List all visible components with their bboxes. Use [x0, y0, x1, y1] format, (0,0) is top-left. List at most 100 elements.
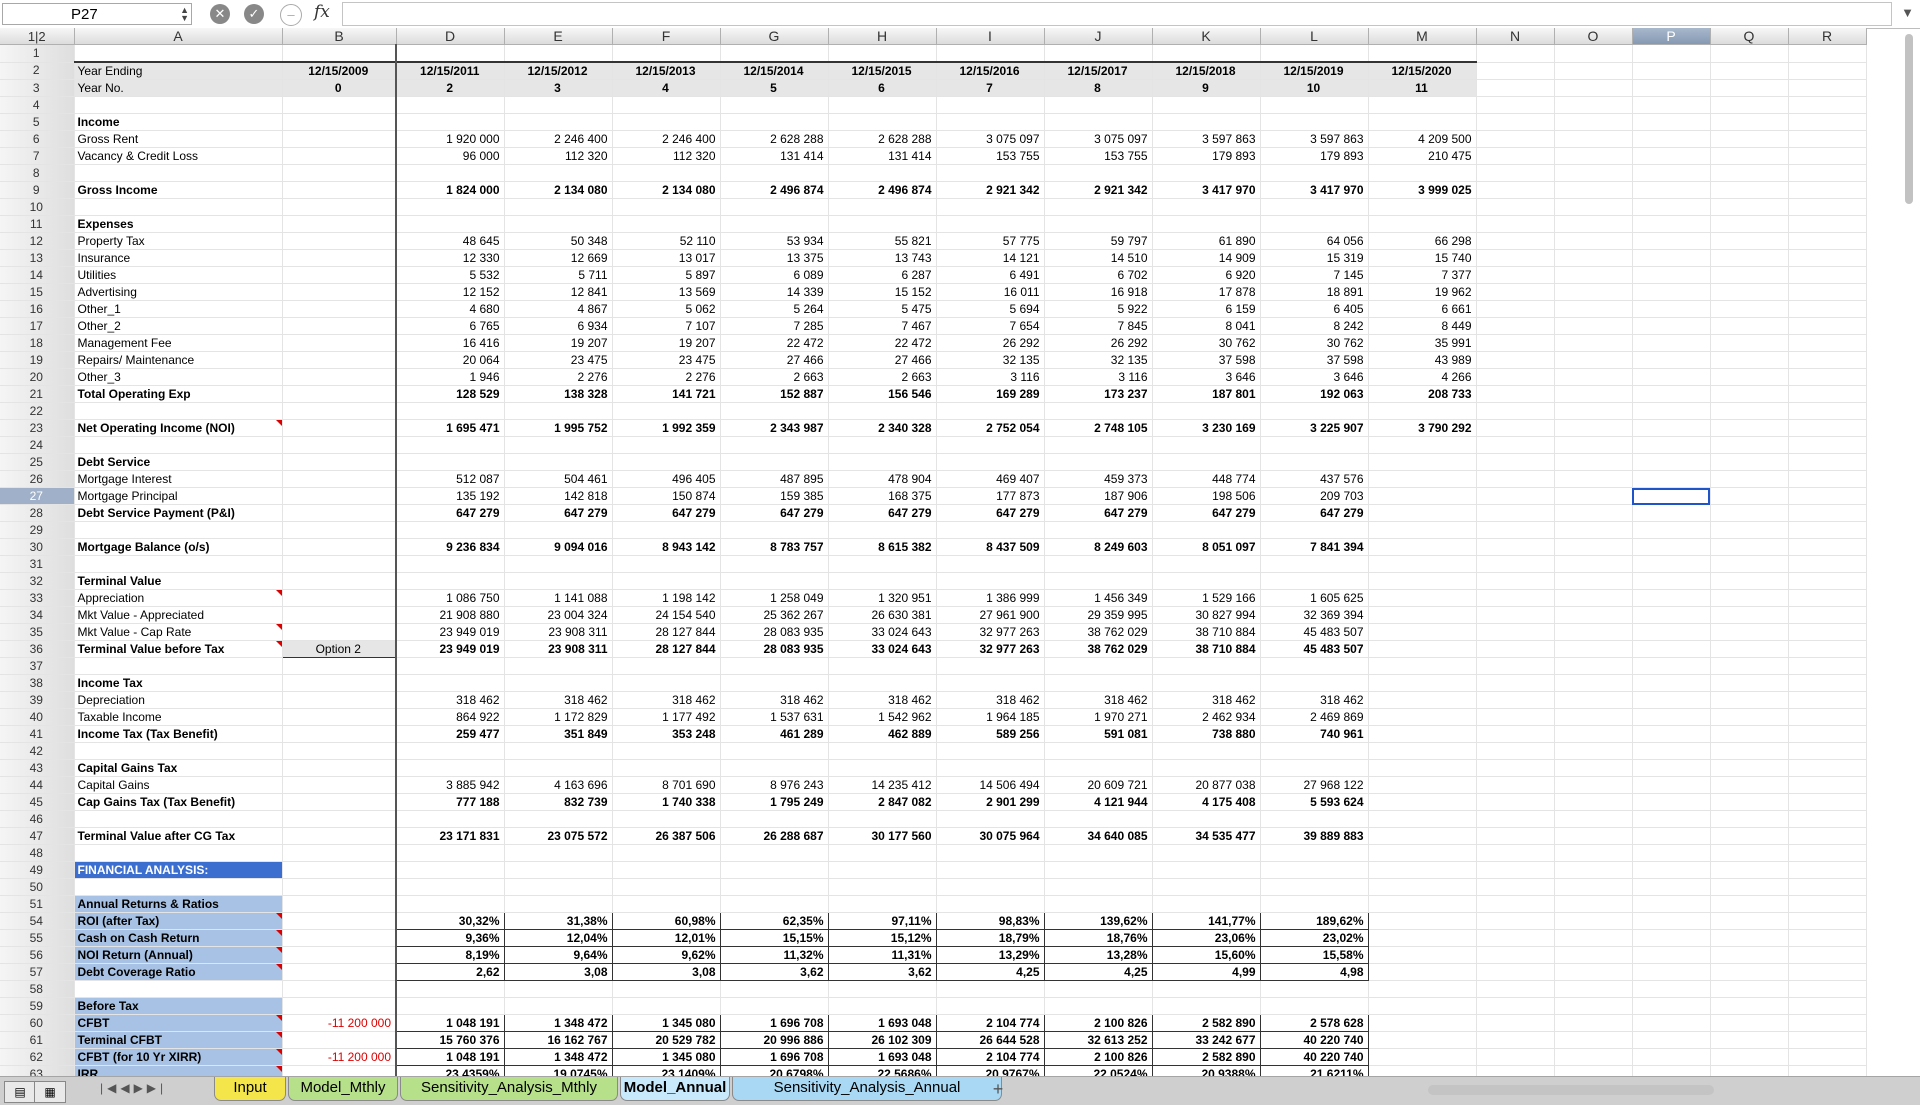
cell-value[interactable]: 40 220 740	[1259, 1048, 1369, 1066]
cell-value[interactable]: 23 908 311	[504, 623, 613, 641]
cell-b[interactable]	[282, 44, 397, 63]
cell-value[interactable]: 8 437 509	[936, 538, 1045, 556]
cell-b[interactable]: 12/15/2009	[282, 61, 397, 80]
cell-value[interactable]: 32 135	[1044, 351, 1153, 369]
cell-value[interactable]: 647 279	[936, 504, 1045, 522]
cell-value[interactable]: 2 462 934	[1152, 708, 1261, 726]
cell-o[interactable]	[1554, 640, 1633, 658]
cell-value[interactable]	[1368, 589, 1477, 607]
cell-value[interactable]: 24 154 540	[612, 606, 721, 624]
cell-value[interactable]	[1260, 96, 1369, 114]
cell-value[interactable]: 16 416	[396, 334, 505, 352]
cell-value[interactable]: 23 004 324	[504, 606, 613, 624]
cell-q[interactable]	[1710, 317, 1789, 335]
cell-o[interactable]	[1554, 521, 1633, 539]
cell-value[interactable]: 1 348 472	[503, 1048, 613, 1066]
cell-value[interactable]	[828, 44, 937, 63]
cell-value[interactable]: 20 064	[396, 351, 505, 369]
cell-q[interactable]	[1710, 980, 1789, 998]
cell-value[interactable]: 2 628 288	[720, 130, 829, 148]
cell-value[interactable]: 20,9388%	[1151, 1065, 1261, 1076]
cell-value[interactable]: 3,08	[503, 963, 613, 981]
cell-b[interactable]	[282, 470, 397, 488]
cell-value[interactable]: 23,4359%	[395, 1065, 505, 1076]
cell-value[interactable]: 17 878	[1152, 283, 1261, 301]
cell-n[interactable]	[1476, 487, 1555, 505]
cell-value[interactable]: 504 461	[504, 470, 613, 488]
column-header-f[interactable]: F	[612, 28, 721, 45]
cell-value[interactable]	[1044, 572, 1153, 590]
chevron-down-icon[interactable]: ▼	[1901, 5, 1914, 20]
row-header[interactable]: 7	[0, 147, 75, 165]
cell-value[interactable]: 61 890	[1152, 232, 1261, 250]
cell-value[interactable]	[1368, 402, 1477, 420]
cell-value[interactable]: 12 330	[396, 249, 505, 267]
cell-o[interactable]	[1554, 62, 1633, 80]
cell-value[interactable]: 18,79%	[935, 929, 1045, 947]
cell-value[interactable]	[720, 810, 829, 828]
cell-value[interactable]: 2 496 874	[720, 181, 829, 199]
cell-value[interactable]: 12 669	[504, 249, 613, 267]
cell-p[interactable]	[1632, 827, 1711, 845]
cell-value[interactable]	[828, 657, 937, 675]
cell-label[interactable]: Property Tax	[74, 232, 283, 250]
cell-n[interactable]	[1476, 776, 1555, 794]
cell-value[interactable]: 30 827 994	[1152, 606, 1261, 624]
cell-p[interactable]	[1632, 402, 1711, 420]
cell-value[interactable]	[396, 521, 505, 539]
cell-r[interactable]	[1788, 521, 1867, 539]
cell-value[interactable]: 1 386 999	[936, 589, 1045, 607]
cell-n[interactable]	[1476, 521, 1555, 539]
cell-r[interactable]	[1788, 453, 1867, 471]
cell-value[interactable]	[936, 44, 1045, 63]
cell-q[interactable]	[1710, 776, 1789, 794]
cell-value[interactable]: 12/15/2019	[1260, 61, 1369, 80]
cell-value[interactable]	[396, 742, 505, 760]
cell-p[interactable]	[1632, 266, 1711, 284]
cell-n[interactable]	[1476, 113, 1555, 131]
row-header[interactable]: 13	[0, 249, 75, 267]
cell-label[interactable]: CFBT	[74, 1014, 283, 1032]
cell-value[interactable]	[1152, 555, 1261, 573]
cell-n[interactable]	[1476, 878, 1555, 896]
cell-b[interactable]	[282, 946, 397, 964]
cell-n[interactable]	[1476, 589, 1555, 607]
cell-value[interactable]	[396, 844, 505, 862]
cell-value[interactable]: 5 897	[612, 266, 721, 284]
cell-p[interactable]	[1632, 198, 1711, 216]
cell-p[interactable]	[1632, 555, 1711, 573]
cell-value[interactable]: 3 597 863	[1260, 130, 1369, 148]
cell-label[interactable]: Mkt Value - Appreciated	[74, 606, 283, 624]
cell-label[interactable]	[74, 810, 283, 828]
cell-value[interactable]	[1368, 759, 1477, 777]
cell-b[interactable]	[282, 283, 397, 301]
cell-value[interactable]: 153 755	[1044, 147, 1153, 165]
cell-b[interactable]	[282, 232, 397, 250]
cell-value[interactable]: 23,06%	[1151, 929, 1261, 947]
cell-q[interactable]	[1710, 912, 1789, 930]
cell-value[interactable]: 14 909	[1152, 249, 1261, 267]
cell-value[interactable]: 2 134 080	[504, 181, 613, 199]
cell-p[interactable]	[1632, 538, 1711, 556]
cell-value[interactable]: 3	[504, 79, 613, 97]
cell-value[interactable]	[936, 572, 1045, 590]
cell-value[interactable]: 3 075 097	[1044, 130, 1153, 148]
cell-value[interactable]: 26 644 528	[935, 1031, 1045, 1049]
cell-value[interactable]	[720, 674, 829, 692]
cell-label[interactable]: CFBT (for 10 Yr XIRR)	[74, 1048, 283, 1066]
cell-value[interactable]	[396, 402, 505, 420]
cell-b[interactable]	[282, 198, 397, 216]
cell-q[interactable]	[1710, 946, 1789, 964]
cell-value[interactable]: 12/15/2012	[504, 61, 613, 80]
cell-o[interactable]	[1554, 130, 1633, 148]
cell-label[interactable]: Other_1	[74, 300, 283, 318]
cell-value[interactable]: 3,62	[719, 963, 829, 981]
column-header-m[interactable]: M	[1368, 28, 1477, 45]
cell-value[interactable]	[828, 895, 937, 913]
cell-value[interactable]: 6 089	[720, 266, 829, 284]
cell-value[interactable]: 1 320 951	[828, 589, 937, 607]
cell-value[interactable]	[720, 895, 829, 913]
cell-r[interactable]	[1788, 266, 1867, 284]
cell-label[interactable]	[74, 96, 283, 114]
cell-value[interactable]: 3 417 970	[1260, 181, 1369, 199]
